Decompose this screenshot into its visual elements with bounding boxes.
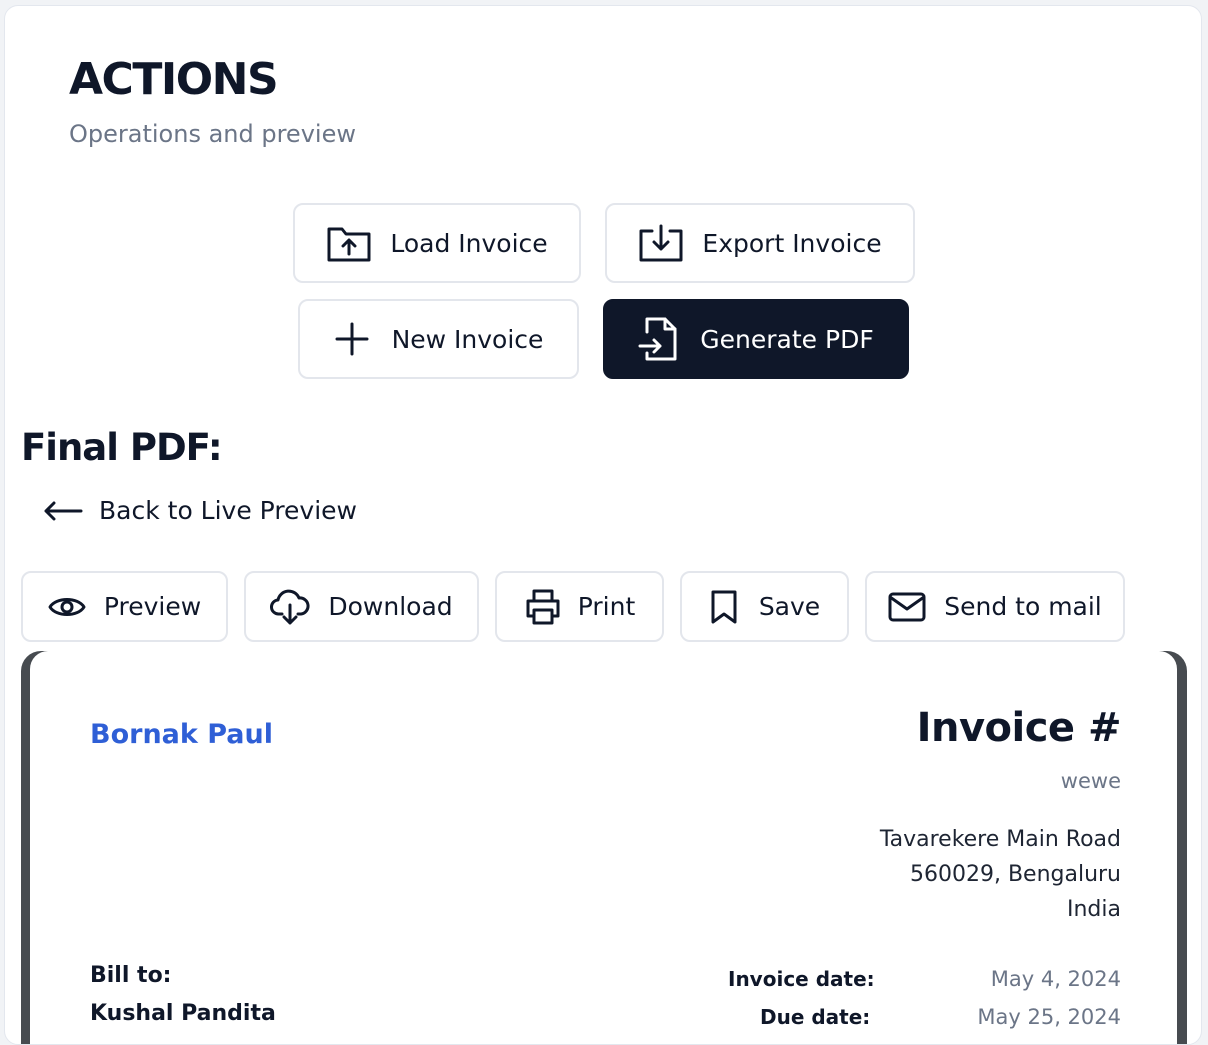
export-invoice-button[interactable]: Export Invoice [605,203,915,283]
save-button[interactable]: Save [680,571,849,642]
final-pdf-title: Final PDF: [21,426,223,469]
invoice-date-value: May 4, 2024 [990,967,1121,991]
folder-upload-icon [326,223,372,263]
due-date-label: Due date: [760,1005,871,1029]
plus-icon [334,321,370,357]
bill-to-label: Bill to: [90,963,172,988]
generate-pdf-label: Generate PDF [700,324,874,354]
new-invoice-button[interactable]: New Invoice [298,299,579,379]
eye-icon [48,593,86,621]
back-to-live-preview-label: Back to Live Preview [99,496,357,525]
mail-icon [888,592,926,622]
generate-pdf-button[interactable]: Generate PDF [603,299,909,379]
save-label: Save [758,592,821,621]
page-title: ACTIONS [69,54,279,105]
download-button[interactable]: Download [244,571,479,642]
invoice-date-label: Invoice date: [728,967,875,991]
arrow-left-icon [43,499,83,523]
bookmark-icon [709,589,739,625]
load-invoice-button[interactable]: Load Invoice [293,203,581,283]
sender-address-line: Tavarekere Main Road [879,827,1121,852]
actions-card: ACTIONS Operations and preview Load Invo… [4,5,1202,1045]
printer-icon [524,588,562,626]
pdf-viewer-frame: Bornak Paul Invoice # wewe Tavarekere Ma… [21,651,1187,1044]
file-export-icon [638,316,680,362]
sender-address-line: India [1067,897,1121,922]
export-invoice-label: Export Invoice [702,228,882,258]
print-button[interactable]: Print [495,571,664,642]
print-label: Print [577,592,636,621]
tray-download-icon [638,223,684,263]
invoice-number: wewe [1060,769,1121,793]
send-to-mail-label: Send to mail [944,592,1102,621]
load-invoice-label: Load Invoice [390,228,548,258]
pdf-page: Bornak Paul Invoice # wewe Tavarekere Ma… [30,651,1177,1044]
send-to-mail-button[interactable]: Send to mail [865,571,1125,642]
due-date-value: May 25, 2024 [977,1005,1121,1029]
preview-label: Preview [103,592,202,621]
sender-name: Bornak Paul [90,719,274,750]
invoice-heading: Invoice # [916,705,1122,751]
cloud-download-icon [270,589,310,625]
client-name: Kushal Pandita [90,1001,276,1026]
sender-address-line: 560029, Bengaluru [909,862,1121,887]
preview-button[interactable]: Preview [21,571,228,642]
download-label: Download [328,592,453,621]
back-to-live-preview-link[interactable]: Back to Live Preview [43,496,357,525]
page-subtitle: Operations and preview [69,120,356,148]
new-invoice-label: New Invoice [391,324,544,354]
